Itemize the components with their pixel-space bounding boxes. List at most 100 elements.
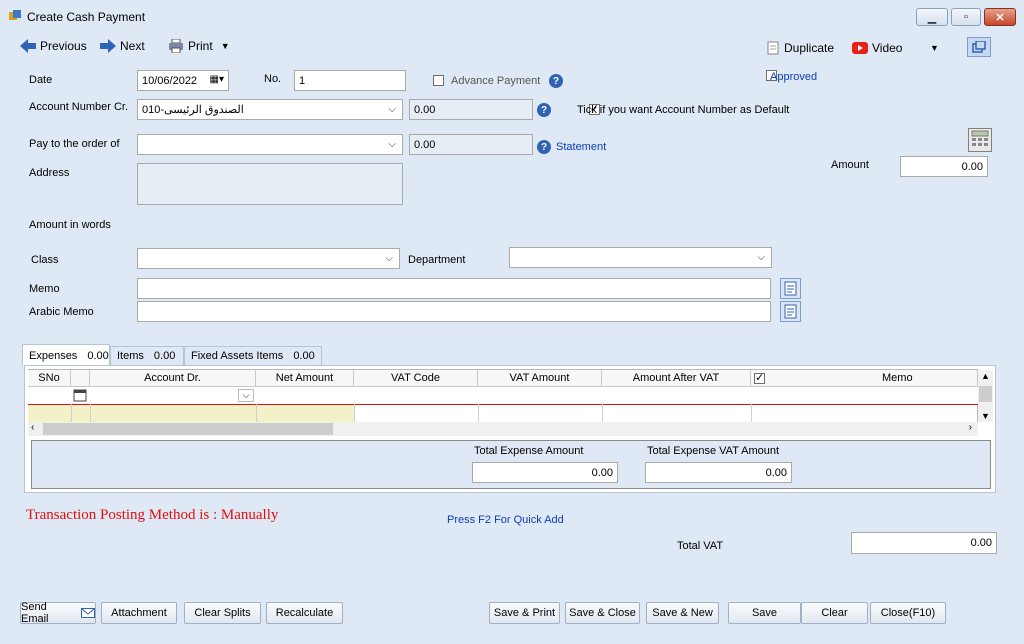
class-combobox[interactable]: ⌵ bbox=[137, 248, 400, 269]
table-row[interactable] bbox=[28, 387, 978, 404]
next-button[interactable]: Next bbox=[100, 39, 145, 53]
maximize-button[interactable]: ▫ bbox=[951, 8, 981, 26]
previous-label: Previous bbox=[40, 39, 87, 53]
memo-column-label: Memo bbox=[882, 372, 913, 384]
previous-button[interactable]: Previous bbox=[20, 39, 87, 53]
arabic-memo-notes-icon[interactable] bbox=[780, 301, 801, 322]
calendar-dropdown-icon[interactable]: ▦▾ bbox=[210, 74, 224, 85]
help-icon[interactable]: ? bbox=[537, 140, 551, 154]
column-header-net-amount[interactable]: Net Amount bbox=[256, 370, 354, 387]
date-value: 10/06/2022 bbox=[142, 74, 198, 87]
scroll-thumb[interactable] bbox=[979, 386, 992, 402]
cell-divider bbox=[71, 404, 72, 422]
advance-payment-checkbox[interactable] bbox=[433, 75, 444, 86]
save-new-button[interactable]: Save & New bbox=[646, 602, 719, 624]
save-button[interactable]: Save bbox=[728, 602, 801, 624]
memo-input[interactable] bbox=[137, 278, 771, 299]
send-email-button[interactable]: Send Email bbox=[20, 601, 96, 625]
windows-icon bbox=[972, 41, 986, 53]
maximize-icon: ▫ bbox=[964, 11, 968, 23]
account-number-label: Account Number Cr. bbox=[29, 101, 129, 113]
posting-method-text: Transaction Posting Method is : Manually bbox=[26, 507, 279, 523]
chevron-down-icon: ⌵ bbox=[388, 104, 396, 115]
total-expense-vat-label: Total Expense VAT Amount bbox=[647, 445, 780, 457]
minimize-button[interactable]: ▁ bbox=[916, 8, 948, 26]
column-header-memo[interactable]: Memo bbox=[751, 370, 978, 387]
arrow-left-icon bbox=[20, 39, 36, 53]
total-expense-vat-field: 0.00 bbox=[645, 462, 792, 483]
help-icon[interactable]: ? bbox=[537, 103, 551, 117]
printer-icon bbox=[169, 39, 183, 53]
calculator-icon[interactable] bbox=[968, 128, 992, 152]
clear-splits-button[interactable]: Clear Splits bbox=[184, 602, 261, 624]
title-bar bbox=[0, 0, 1024, 32]
tab-fixed-assets-items[interactable]: Fixed Assets Items 0.00 bbox=[184, 346, 322, 365]
duplicate-label: Duplicate bbox=[784, 41, 835, 55]
account-dropdown-icon[interactable]: ⌵ bbox=[238, 389, 254, 402]
vertical-scrollbar[interactable]: ▲ ▼ bbox=[978, 370, 993, 422]
print-button[interactable]: Print ▼ bbox=[168, 39, 230, 53]
column-header-blank bbox=[71, 370, 90, 387]
column-header-account-dr[interactable]: Account Dr. bbox=[90, 370, 256, 387]
pay-to-balance-field: 0.00 bbox=[409, 134, 533, 155]
scroll-thumb[interactable] bbox=[43, 423, 333, 435]
video-button[interactable]: Video bbox=[852, 41, 902, 55]
pay-to-combobox[interactable]: ⌵ bbox=[137, 134, 403, 155]
arabic-memo-input[interactable] bbox=[137, 301, 771, 322]
chevron-down-icon: ▼ bbox=[220, 41, 230, 51]
memo-label: Memo bbox=[29, 283, 60, 295]
tab-value: 0.00 bbox=[293, 350, 315, 362]
total-vat-field: 0.00 bbox=[851, 532, 997, 554]
attachment-button[interactable]: Attachment bbox=[101, 602, 177, 624]
recalculate-button[interactable]: Recalculate bbox=[266, 602, 343, 624]
statement-link[interactable]: Statement bbox=[556, 141, 606, 153]
minimize-icon: ▁ bbox=[927, 11, 937, 24]
tab-items[interactable]: Items 0.00 bbox=[110, 346, 184, 365]
date-label: Date bbox=[29, 74, 53, 86]
horizontal-scrollbar[interactable]: ‹ › bbox=[28, 422, 978, 436]
select-all-checkbox[interactable] bbox=[754, 371, 765, 384]
column-header-vat-amount[interactable]: VAT Amount bbox=[478, 370, 602, 387]
date-field[interactable]: 10/06/2022 ▦▾ bbox=[137, 70, 229, 91]
scroll-right-icon[interactable]: › bbox=[969, 422, 972, 433]
number-field[interactable]: 1 bbox=[294, 70, 406, 91]
tab-label: Expenses bbox=[29, 349, 78, 362]
video-label: Video bbox=[872, 41, 903, 55]
tab-value: 0.00 bbox=[87, 349, 109, 362]
save-print-button[interactable]: Save & Print bbox=[489, 602, 560, 624]
print-label: Print bbox=[188, 39, 213, 53]
tab-label: Fixed Assets Items bbox=[191, 350, 284, 362]
amount-field[interactable]: 0.00 bbox=[900, 156, 988, 177]
approved-label: Approved bbox=[770, 71, 818, 83]
clear-button[interactable]: Clear bbox=[801, 602, 868, 624]
address-field[interactable] bbox=[137, 163, 403, 205]
scroll-down-icon[interactable]: ▼ bbox=[981, 411, 990, 421]
column-header-amount-after-vat[interactable]: Amount After VAT bbox=[602, 370, 751, 387]
close-button[interactable]: Close(F10) bbox=[870, 602, 946, 624]
memo-notes-icon[interactable] bbox=[780, 278, 801, 299]
tab-value: 0.00 bbox=[153, 350, 176, 362]
chevron-down-icon[interactable]: ▼ bbox=[930, 43, 939, 53]
new-row[interactable] bbox=[28, 405, 354, 422]
total-vat-label: Total VAT bbox=[677, 540, 724, 552]
chevron-down-icon: ⌵ bbox=[388, 139, 396, 150]
column-header-vat-code[interactable]: VAT Code bbox=[354, 370, 478, 387]
save-close-button[interactable]: Save & Close bbox=[565, 602, 640, 624]
help-icon[interactable]: ? bbox=[549, 74, 563, 88]
close-window-button[interactable]: ✕ bbox=[984, 8, 1016, 26]
department-combobox[interactable]: ⌵ bbox=[509, 247, 772, 268]
row-edit-icon[interactable] bbox=[71, 387, 90, 404]
account-number-combobox[interactable]: الصندوق الرئيسى-010 ⌵ bbox=[137, 99, 403, 120]
scroll-up-icon[interactable]: ▲ bbox=[981, 371, 990, 381]
duplicate-button[interactable]: Duplicate bbox=[766, 41, 834, 55]
column-header-sno[interactable]: SNo bbox=[28, 370, 71, 387]
restore-layout-button[interactable] bbox=[967, 37, 991, 57]
address-label: Address bbox=[29, 167, 70, 179]
document-icon bbox=[767, 41, 779, 55]
account-number-value: الصندوق الرئيسى-010 bbox=[142, 104, 244, 116]
tab-expenses[interactable]: Expenses 0.00 bbox=[22, 344, 110, 366]
scroll-left-icon[interactable]: ‹ bbox=[31, 422, 34, 433]
pay-to-label: Pay to the order of bbox=[29, 138, 120, 150]
cell-divider bbox=[478, 404, 479, 422]
app-icon bbox=[8, 9, 22, 23]
